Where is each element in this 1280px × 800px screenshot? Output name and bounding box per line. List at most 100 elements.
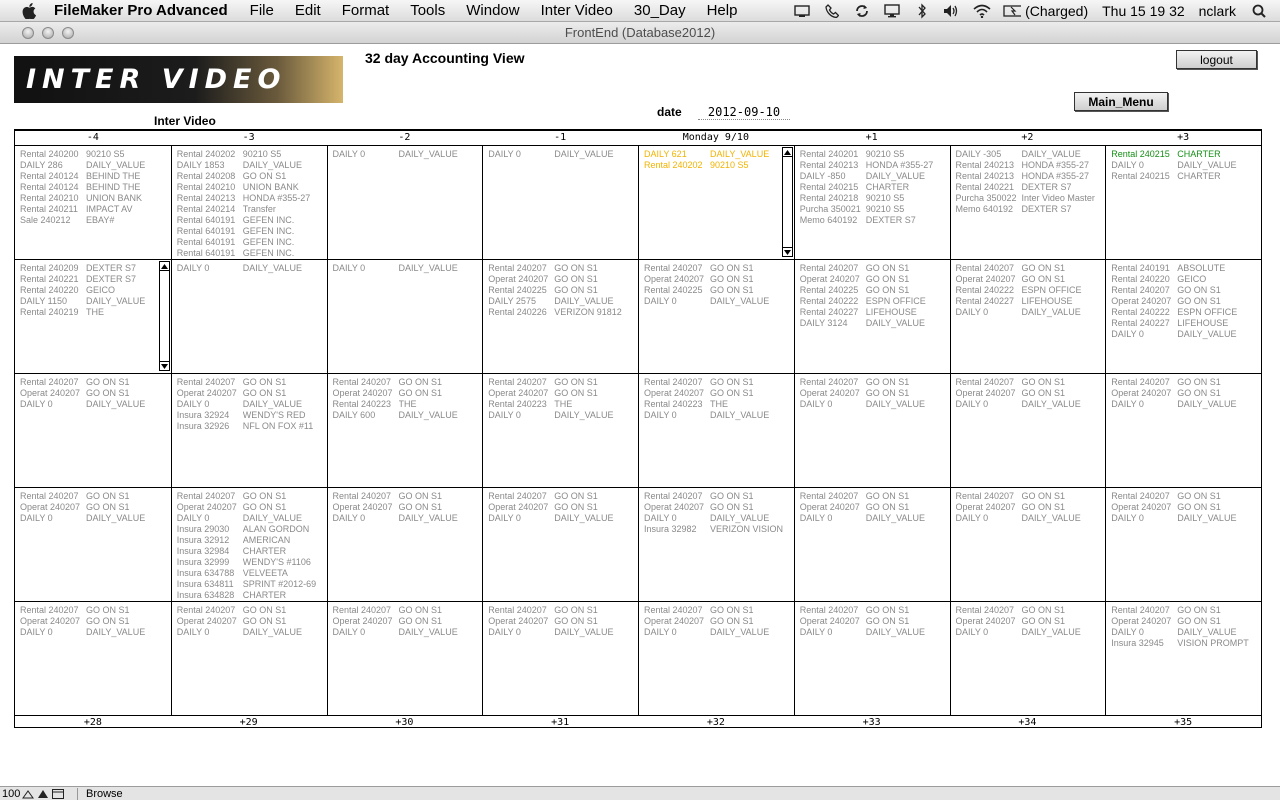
menu-clock[interactable]: Thu 15 19 32	[1102, 3, 1185, 19]
transaction-entry[interactable]: DAILY 0 DAILY_VALUE	[956, 627, 1106, 638]
transaction-entry[interactable]: Rental 240124 BEHIND THE	[20, 171, 171, 182]
transaction-entry[interactable]: Purcha 350022 Inter Video Master	[956, 193, 1106, 204]
day-cell[interactable]: Rental 240207 GO ON S1 Operat 240207 GO ON …	[482, 374, 638, 487]
day-cell[interactable]: Rental 240202 90210 S5 DAILY 1853 DAILY_VAL…	[170, 146, 327, 259]
transaction-entry[interactable]: Rental 240213 HONDA #355-27	[956, 171, 1106, 182]
transaction-entry[interactable]: DAILY 0 DAILY_VALUE	[177, 627, 327, 638]
transaction-entry[interactable]: Rental 240207 GO ON S1	[956, 377, 1106, 388]
transaction-entry[interactable]: Operat 240207 GO ON S1	[644, 616, 794, 627]
transaction-entry[interactable]: Rental 240207 GO ON S1	[800, 263, 950, 274]
transaction-entry[interactable]: Rental 240202 90210 S5	[644, 160, 794, 171]
zoom-out-icon[interactable]	[22, 788, 34, 800]
transaction-entry[interactable]: Insura 32945 VISION PROMPT	[1111, 638, 1261, 649]
transaction-entry[interactable]: Rental 240219 THE	[20, 307, 171, 318]
transaction-entry[interactable]: Rental 240213 HONDA #355-27	[177, 193, 327, 204]
transaction-entry[interactable]: Rental 640191 GEFEN INC.	[177, 248, 327, 259]
day-cell[interactable]: DAILY 0 DAILY_VALUE	[170, 260, 327, 373]
menu-tools[interactable]: Tools	[410, 2, 445, 19]
battery-icon[interactable]	[1003, 3, 1022, 19]
transaction-entry[interactable]: Rental 240215 CHARTER	[1111, 149, 1261, 160]
transaction-entry[interactable]: Rental 240215 CHARTER	[1111, 171, 1261, 182]
spotlight-search-icon[interactable]	[1250, 3, 1268, 19]
day-cell[interactable]: Rental 240209 DEXTER S7 Rental 240221 DEXTE…	[15, 260, 171, 373]
day-cell[interactable]: DAILY 621 DAILY_VALUE Rental 240202 90210 S…	[638, 146, 794, 259]
day-cell[interactable]: DAILY -305 DAILY_VALUE Rental 240213 HONDA …	[949, 146, 1106, 259]
day-cell[interactable]: Rental 240207 GO ON S1 Operat 240207 GO ON …	[1105, 602, 1261, 716]
day-cell[interactable]: DAILY 0 DAILY_VALUE	[326, 146, 483, 259]
transaction-entry[interactable]: DAILY 0 DAILY_VALUE	[644, 513, 794, 524]
transaction-entry[interactable]: Operat 240207 GO ON S1	[1111, 296, 1261, 307]
zoom-window-button[interactable]	[62, 27, 74, 39]
scroll-up-arrow-icon[interactable]	[782, 148, 792, 157]
day-cell[interactable]: Rental 240207 GO ON S1 Operat 240207 GO ON …	[949, 260, 1106, 373]
transaction-entry[interactable]: DAILY 0 DAILY_VALUE	[333, 627, 483, 638]
transaction-entry[interactable]: Rental 240220 GEICO	[1111, 274, 1261, 285]
transaction-entry[interactable]: Rental 240210 UNION BANK	[177, 182, 327, 193]
transaction-entry[interactable]: DAILY 1150 DAILY_VALUE	[20, 296, 171, 307]
transaction-entry[interactable]: Rental 240213 HONDA #355-27	[800, 160, 950, 171]
menu-user[interactable]: nclark	[1199, 3, 1236, 19]
zoom-level[interactable]: 100	[0, 788, 22, 800]
transaction-entry[interactable]: Rental 240207 GO ON S1	[644, 491, 794, 502]
day-cell[interactable]: Rental 240207 GO ON S1 Operat 240207 GO ON …	[482, 260, 638, 373]
transaction-entry[interactable]: Operat 240207 GO ON S1	[488, 502, 638, 513]
transaction-entry[interactable]: Rental 240207 GO ON S1	[1111, 491, 1261, 502]
day-cell[interactable]: Rental 240201 90210 S5 Rental 240213 HONDA …	[793, 146, 950, 259]
transaction-entry[interactable]: Operat 240207 GO ON S1	[956, 502, 1106, 513]
transaction-entry[interactable]: Rental 240207 GO ON S1	[333, 377, 483, 388]
transaction-entry[interactable]: Rental 240200 90210 S5	[20, 149, 171, 160]
transaction-entry[interactable]: Memo 640192 DEXTER S7	[956, 204, 1106, 215]
transaction-entry[interactable]: DAILY 0 DAILY_VALUE	[644, 627, 794, 638]
transaction-entry[interactable]: Rental 240221 DEXTER S7	[956, 182, 1106, 193]
date-field[interactable]: 2012-09-10	[698, 105, 790, 120]
transaction-entry[interactable]: Rental 240209 DEXTER S7	[20, 263, 171, 274]
transaction-entry[interactable]: Insura 634788 VELVEETA	[177, 568, 327, 579]
transaction-entry[interactable]: DAILY 0 DAILY_VALUE	[20, 399, 171, 410]
day-cell[interactable]: Rental 240207 GO ON S1 Operat 240207 GO ON …	[482, 488, 638, 601]
transaction-entry[interactable]: DAILY 0 DAILY_VALUE	[488, 513, 638, 524]
transaction-entry[interactable]: Rental 240207 GO ON S1	[800, 377, 950, 388]
transaction-entry[interactable]: Rental 240207 GO ON S1	[488, 263, 638, 274]
transaction-entry[interactable]: Rental 240207 GO ON S1	[956, 263, 1106, 274]
day-cell[interactable]: Rental 240191 ABSOLUTE Rental 240220 GEICO R…	[1105, 260, 1261, 373]
transaction-entry[interactable]: Operat 240207 GO ON S1	[800, 274, 950, 285]
transaction-entry[interactable]: Insura 32924 WENDY'S RED	[177, 410, 327, 421]
transaction-entry[interactable]: Operat 240207 GO ON S1	[177, 388, 327, 399]
transaction-entry[interactable]: Rental 240227 LIFEHOUSE	[956, 296, 1106, 307]
transaction-entry[interactable]: Operat 240207 GO ON S1	[800, 388, 950, 399]
menu-30-day[interactable]: 30_Day	[634, 2, 686, 19]
transaction-entry[interactable]: Operat 240207 GO ON S1	[800, 502, 950, 513]
transaction-entry[interactable]: DAILY 0 DAILY_VALUE	[488, 627, 638, 638]
transaction-entry[interactable]: DAILY 0 DAILY_VALUE	[1111, 513, 1261, 524]
transaction-entry[interactable]: DAILY 0 DAILY_VALUE	[488, 149, 638, 160]
transaction-entry[interactable]: Insura 32926 NFL ON FOX #11	[177, 421, 327, 432]
day-cell[interactable]: Rental 240207 GO ON S1 Operat 240207 GO ON …	[15, 374, 171, 487]
transaction-entry[interactable]: Operat 240207 GO ON S1	[800, 616, 950, 627]
transaction-entry[interactable]: Rental 240226 VERIZON 91812	[488, 307, 638, 318]
transaction-entry[interactable]: DAILY 0 DAILY_VALUE	[644, 410, 794, 421]
transaction-entry[interactable]: DAILY 0 DAILY_VALUE	[20, 513, 171, 524]
day-cell[interactable]: Rental 240200 90210 S5 DAILY 286 DAILY_VALU…	[15, 146, 171, 259]
day-cell[interactable]: Rental 240207 GO ON S1 Operat 240207 GO ON …	[326, 488, 483, 601]
transaction-entry[interactable]: Rental 240223 THE	[488, 399, 638, 410]
transaction-entry[interactable]: Insura 32982 VERIZON VISION	[644, 524, 794, 535]
transaction-entry[interactable]: Insura 634828 CHARTER	[177, 590, 327, 601]
transaction-entry[interactable]: Operat 240207 GO ON S1	[177, 502, 327, 513]
transaction-entry[interactable]: Rental 240207 GO ON S1	[20, 491, 171, 502]
transaction-entry[interactable]: Rental 240225 GO ON S1	[644, 285, 794, 296]
transaction-entry[interactable]: Operat 240207 GO ON S1	[956, 616, 1106, 627]
transaction-entry[interactable]: DAILY 0 DAILY_VALUE	[177, 399, 327, 410]
sync-icon[interactable]	[853, 3, 871, 19]
apple-icon[interactable]	[20, 2, 38, 20]
transaction-entry[interactable]: Rental 240207 GO ON S1	[20, 377, 171, 388]
day-cell[interactable]: Rental 240207 GO ON S1 Operat 240207 GO ON …	[1105, 488, 1261, 601]
transaction-entry[interactable]: DAILY 0 DAILY_VALUE	[333, 149, 483, 160]
transaction-entry[interactable]: Rental 240213 HONDA #355-27	[956, 160, 1106, 171]
logout-button[interactable]: logout	[1176, 50, 1257, 69]
day-cell[interactable]: Rental 240207 GO ON S1 Operat 240207 GO ON …	[793, 374, 950, 487]
transaction-entry[interactable]: Rental 240207 GO ON S1	[644, 263, 794, 274]
transaction-entry[interactable]: Rental 640191 GEFEN INC.	[177, 237, 327, 248]
day-cell[interactable]: Rental 240207 GO ON S1 Operat 240207 GO ON …	[638, 488, 794, 601]
transaction-entry[interactable]: Operat 240207 GO ON S1	[644, 274, 794, 285]
transaction-entry[interactable]: Rental 240211 IMPACT AV	[20, 204, 171, 215]
